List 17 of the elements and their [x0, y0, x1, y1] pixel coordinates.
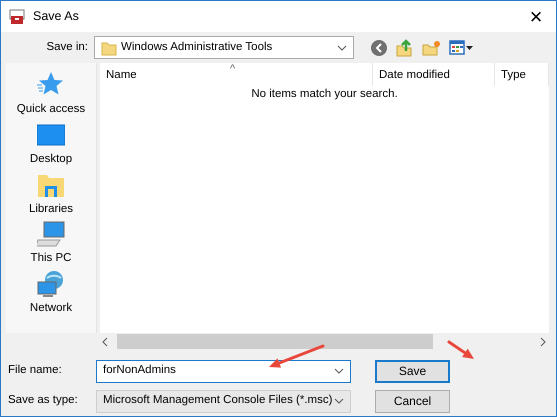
- save-in-dropdown[interactable]: Windows Administrative Tools: [94, 36, 354, 59]
- close-button[interactable]: ×: [516, 6, 556, 28]
- sidebar-item[interactable]: Network: [30, 302, 72, 316]
- save-button[interactable]: Save: [375, 360, 450, 382]
- cancel-button[interactable]: Cancel: [375, 390, 450, 412]
- sort-indicator: ^: [230, 62, 236, 77]
- sidebar-item[interactable]: Desktop: [30, 152, 72, 167]
- sidebar-item[interactable]: Libraries: [28, 202, 74, 216]
- window-title: Save As: [33, 8, 79, 26]
- save-as-type-dropdown[interactable]: Microsoft Management Console Files (*.msc): [96, 390, 351, 412]
- file-name-label: File name:: [7, 363, 63, 378]
- file-name-field[interactable]: forNonAdmins: [96, 360, 351, 382]
- save-as-type-label: Save as type:: [7, 393, 79, 408]
- sidebar-item[interactable]: Quick access: [16, 103, 86, 117]
- save-in-label: Save in:: [45, 40, 89, 55]
- empty-message: No items match your search.: [251, 88, 398, 100]
- sidebar-item[interactable]: This PC: [30, 252, 72, 266]
